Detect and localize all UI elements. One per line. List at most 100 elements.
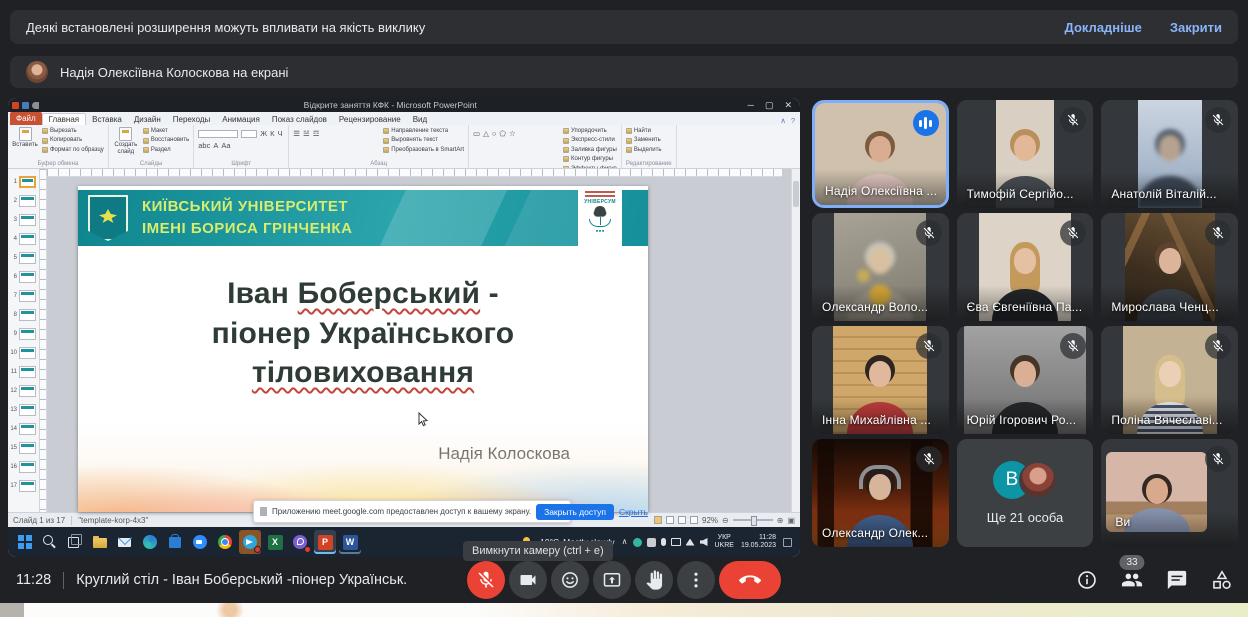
stop-sharing-button: Закрыть доступ — [536, 504, 614, 520]
ppt-tab-7: Показ слайдов — [266, 114, 333, 125]
ribbon-big-button: Создать слайд — [113, 127, 139, 160]
participant-tile[interactable]: Анатолій Віталій... — [1101, 100, 1238, 208]
onedrive-tray-icon — [647, 538, 656, 547]
ppt-tab-5: Переходы — [167, 114, 217, 125]
mic-muted-icon — [1205, 446, 1231, 472]
present-button[interactable] — [593, 561, 631, 599]
mic-muted-icon — [916, 220, 942, 246]
activities-button[interactable] — [1210, 568, 1234, 592]
participant-tile[interactable]: Єва Євгеніївна Па... — [957, 213, 1094, 321]
ribbon-small-button: Контур фигуры — [563, 155, 617, 163]
participant-tile[interactable]: Олександр Воло... — [812, 213, 949, 321]
ribbon-small-button: Упорядочить — [563, 127, 617, 135]
normal-view-icon — [654, 516, 662, 524]
ribbon-small-button: Заменить — [626, 136, 662, 144]
call-controls — [467, 561, 781, 599]
collapse-ribbon-icon: ∧ — [780, 116, 786, 125]
google-meet-window: Деякі встановлені розширення можуть впли… — [0, 0, 1248, 617]
slide-thumbnail-6: 6 — [10, 267, 37, 286]
ppt-tab-4: Дизайн — [128, 114, 167, 125]
horizontal-ruler — [47, 169, 782, 177]
ribbon-small-button: Копировать — [42, 136, 104, 144]
reactions-button[interactable] — [551, 561, 589, 599]
windows-taskbar: XPW 19°C Mostly cloudy ∧ УКР — [8, 527, 800, 557]
slide: КИЇВСЬКИЙ УНІВЕРСИТЕТ ІМЕНІ БОРИСА ГРІНЧ… — [78, 186, 648, 512]
slide-thumbnail-17: 17 — [10, 476, 37, 495]
slide-counter: Слайд 1 из 17 — [13, 516, 65, 525]
ribbon-small-button: Восстановить — [143, 136, 189, 144]
taskbar-icon-edge — [139, 530, 161, 554]
ribbon-small-button: Заливка фигуры — [563, 146, 617, 154]
taskbar-icon-chrome — [214, 530, 236, 554]
people-button[interactable]: 33 — [1120, 568, 1144, 592]
ppt-ribbon-tabs: ФайлГлавнаяВставкаДизайнПереходыАнимация… — [8, 112, 800, 125]
overflow-tile[interactable]: BЩе 21 особа — [957, 439, 1094, 547]
ribbon-group: ☰☱☲Направление текстаВыровнять текстПрео… — [289, 125, 469, 168]
help-icon: ? — [791, 116, 795, 125]
ppt-tab-1: Файл — [10, 112, 42, 125]
participant-name: Ви — [1115, 515, 1130, 529]
slide-thumbnail-10: 10 — [10, 343, 37, 362]
undo-icon — [32, 102, 39, 109]
template-name: "template-korp-4x3" — [78, 516, 148, 525]
ppt-view-zoom-controls: 92% ⊖ ⊕ ▣ — [654, 516, 795, 525]
slide-thumbnail-15: 15 — [10, 438, 37, 457]
taskbar-icon-viber — [289, 530, 311, 554]
slide-thumbnail-5: 5 — [10, 248, 37, 267]
ribbon-big-button: Вставить — [12, 127, 38, 160]
speaking-indicator-icon — [913, 110, 939, 136]
participant-tile[interactable]: Юрій Ігорович Ро... — [957, 326, 1094, 434]
divider — [63, 572, 64, 589]
raise-hand-button[interactable] — [635, 561, 673, 599]
mic-muted-icon — [1205, 333, 1231, 359]
camera-tooltip: Вимкнути камеру (ctrl + e) — [463, 541, 613, 561]
ribbon-small-button: Выровнять текст — [383, 136, 464, 144]
ppt-body: 1234567891011121314151617 КИЇВСЬКИЙ УНІВ… — [8, 169, 800, 512]
chat-button[interactable] — [1165, 568, 1189, 592]
taskbar-icon-zoomapp — [189, 530, 211, 554]
background-strip — [0, 603, 1248, 617]
more-options-button[interactable] — [677, 561, 715, 599]
participant-name: Мирослава Ченц... — [1111, 300, 1219, 314]
university-name: КИЇВСЬКИЙ УНІВЕРСИТЕТ ІМЕНІ БОРИСА ГРІНЧ… — [142, 196, 352, 240]
ribbon-small-button: Вырезать — [42, 127, 104, 135]
participant-tile[interactable]: Тимофій Сергійо... — [957, 100, 1094, 208]
participant-name: Юрій Ігорович Ро... — [967, 413, 1077, 427]
meeting-details-button[interactable] — [1075, 568, 1099, 592]
taskbar-icon-explorer — [89, 530, 111, 554]
ppt-tab-2: Главная — [42, 113, 86, 125]
sorter-view-icon — [666, 516, 674, 524]
taskbar-icon-mail — [114, 530, 136, 554]
participant-name: Тимофій Сергійо... — [967, 187, 1074, 201]
microphone-muted-button[interactable] — [467, 561, 505, 599]
ppt-tab-6: Анимация — [216, 114, 266, 125]
ppt-tab-3: Вставка — [86, 114, 128, 125]
leave-call-button[interactable] — [719, 561, 781, 599]
taskbar-icon-taskview — [64, 530, 86, 554]
microphone-tray-icon — [661, 538, 666, 546]
volume-tray-icon — [700, 538, 708, 546]
close-link[interactable]: Закрити — [1170, 20, 1222, 35]
self-tile[interactable]: Ви — [1101, 439, 1238, 547]
details-link[interactable]: Докладніше — [1065, 20, 1142, 35]
slide-thumbnail-14: 14 — [10, 419, 37, 438]
ribbon-group: ВставитьВырезатьКопироватьФормат по обра… — [8, 125, 109, 168]
participant-tile[interactable]: Надія Олексіївна ... — [812, 100, 949, 208]
camera-button[interactable] — [509, 561, 547, 599]
participant-tile[interactable]: Олександр Олек... — [812, 439, 949, 547]
participant-tile[interactable]: Поліна Вячеславі... — [1101, 326, 1238, 434]
wifi-tray-icon — [686, 539, 695, 546]
ribbon-small-button: Макет — [143, 127, 189, 135]
participant-tile[interactable]: Мирослава Ченц... — [1101, 213, 1238, 321]
ribbon-group: НайтиЗаменитьВыделитьРедактирование — [622, 125, 677, 168]
participant-name: Олександр Воло... — [822, 300, 928, 314]
mouse-cursor — [418, 412, 429, 427]
ribbon-small-button: Раздел — [143, 146, 189, 154]
antivirus-tray-icon — [633, 538, 642, 547]
participant-tile[interactable]: Інна Михайлівна ... — [812, 326, 949, 434]
taskbar-icon-powerpoint: P — [314, 530, 336, 554]
slide-thumbnail-2: 2 — [10, 191, 37, 210]
ribbon-collapse-help: ∧ ? — [780, 116, 795, 125]
meeting-title: Круглий стіл - Іван Боберський -піонер У… — [76, 572, 406, 588]
clock-time: 11:28 — [16, 572, 51, 588]
